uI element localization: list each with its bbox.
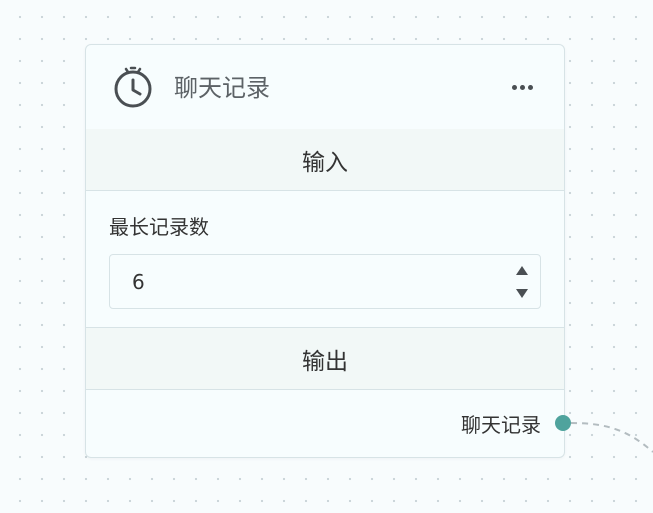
more-icon[interactable]	[508, 77, 536, 97]
chat-history-output-label: 聊天记录	[461, 413, 541, 437]
max-records-value[interactable]: 6	[132, 269, 145, 295]
max-records-label: 最长记录数	[109, 215, 209, 239]
output-section-header: 输出	[86, 327, 564, 390]
max-records-input[interactable]: 6	[109, 254, 541, 309]
decrement-icon[interactable]	[514, 286, 530, 300]
chat-history-node[interactable]: 聊天记录 输入 最长记录数 6 输出 聊天记录	[85, 44, 565, 458]
increment-icon[interactable]	[514, 264, 530, 278]
node-title: 聊天记录	[174, 74, 270, 102]
number-stepper[interactable]	[514, 264, 530, 300]
input-section-header: 输入	[86, 129, 564, 191]
output-handle[interactable]	[555, 415, 571, 431]
timer-icon	[114, 66, 152, 108]
node-header[interactable]: 聊天记录	[86, 45, 564, 130]
